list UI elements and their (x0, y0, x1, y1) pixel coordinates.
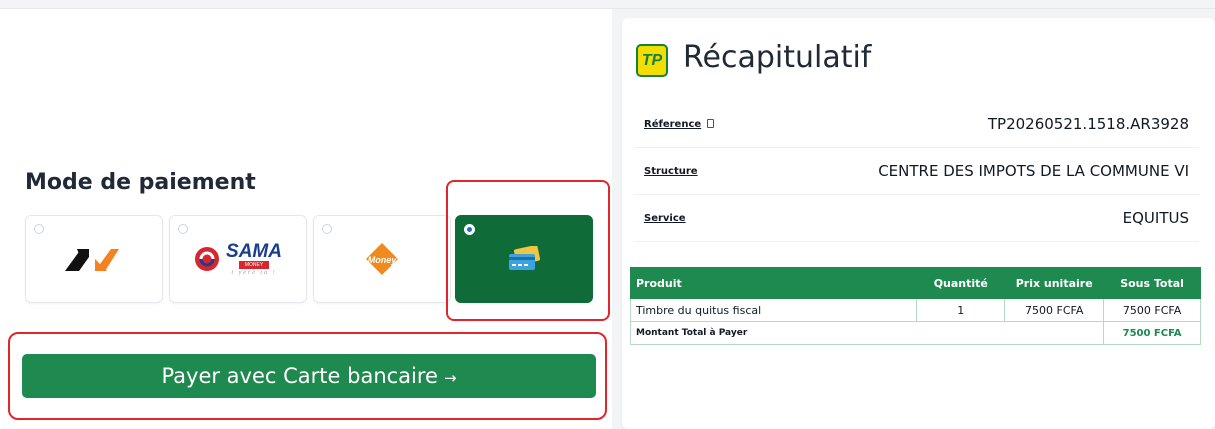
service-value: EQUITUS (1122, 209, 1189, 227)
wave-logo-icon (26, 216, 162, 302)
header-quantity: Quantité (916, 267, 1006, 299)
sama-money-logo-icon: SAMA MONEY i yèrè ta ! (170, 216, 306, 302)
tp-logo: TP (636, 44, 668, 77)
orange-money-text: Money (368, 255, 397, 265)
total-row: Montant Total à Payer 7500 FCFA (629, 321, 1201, 345)
service-label: Service (644, 213, 686, 224)
payment-mode-title: Mode de paiement (25, 170, 256, 195)
structure-label: Structure (644, 166, 698, 177)
structure-value: CENTRE DES IMPOTS DE LA COMMUNE VI (878, 162, 1189, 180)
copy-icon[interactable] (707, 119, 715, 128)
payment-method-orange-money[interactable]: Money (313, 215, 451, 303)
table-row: Timbre du quitus fiscal 1 7500 FCFA 7500… (629, 298, 1201, 322)
structure-row: Structure CENTRE DES IMPOTS DE LA COMMUN… (634, 151, 1199, 195)
sama-sub: MONEY (238, 261, 270, 269)
tp-logo-text: TP (641, 51, 663, 69)
cell-subtotal: 7500 FCFA (1103, 298, 1201, 322)
reference-row: Réference TP20260521.1518.AR3928 (634, 104, 1199, 148)
pay-button-highlight (8, 332, 607, 420)
reference-value: TP20260521.1518.AR3928 (987, 115, 1189, 133)
total-amount: 7500 FCFA (1103, 321, 1201, 345)
orange-money-logo-icon: Money (314, 216, 450, 302)
payment-method-sama-money[interactable]: SAMA MONEY i yèrè ta ! (169, 215, 307, 303)
selected-method-highlight (446, 180, 610, 321)
cell-product: Timbre du quitus fiscal (629, 298, 918, 322)
table-header-row: Produit Quantité Prix unitaire Sous Tota… (629, 267, 1201, 299)
header-unit-price: Prix unitaire (1004, 267, 1105, 299)
order-table: Produit Quantité Prix unitaire Sous Tota… (629, 267, 1201, 345)
cell-unit-price: 7500 FCFA (1004, 298, 1105, 322)
sama-tagline: i yèrè ta ! (231, 270, 277, 276)
sama-word: SAMA (226, 241, 282, 262)
header-product: Produit (629, 267, 918, 299)
total-label: Montant Total à Payer (629, 321, 1105, 345)
cell-quantity: 1 (916, 298, 1006, 322)
header-subtotal: Sous Total (1103, 267, 1201, 299)
payment-method-wave[interactable] (25, 215, 163, 303)
reference-label: Réference (644, 119, 715, 130)
service-row: Service EQUITUS (634, 198, 1199, 242)
summary-title: Récapitulatif (683, 40, 872, 75)
